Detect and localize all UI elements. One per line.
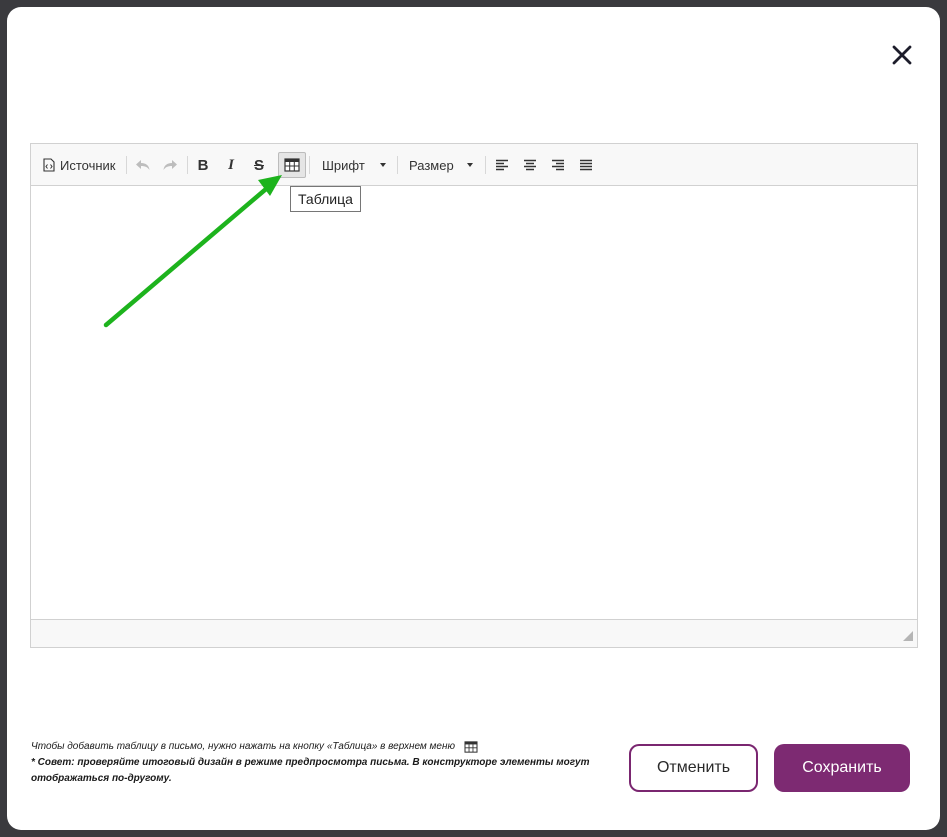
source-icon [43,158,55,172]
bold-icon: B [197,156,209,174]
align-right-icon [552,159,564,171]
hint-line-1: Чтобы добавить таблицу в письмо, нужно н… [31,741,455,752]
redo-icon [163,160,177,170]
align-center-icon [524,159,536,171]
footer-hint: Чтобы добавить таблицу в письмо, нужно н… [31,739,591,787]
table-icon [464,741,478,753]
caret-down-icon [380,163,386,167]
table-icon [284,158,300,172]
hint-line-2: * Совет: проверяйте итоговый дизайн в ре… [31,757,590,784]
resize-grip-icon[interactable] [903,631,913,641]
editor-content-area[interactable] [31,186,917,619]
align-left-button[interactable] [491,153,513,177]
table-button[interactable] [278,152,306,178]
align-center-button[interactable] [519,153,541,177]
close-icon [892,45,912,65]
toolbar-separator [187,156,188,174]
caret-down-icon [467,163,473,167]
rich-text-editor: Источник B I S Шрифт Размер Таблица [30,143,918,648]
bold-button[interactable]: B [192,153,214,177]
size-dropdown-label: Размер [409,157,454,173]
editor-statusbar [31,619,917,647]
align-right-button[interactable] [547,153,569,177]
size-dropdown[interactable]: Размер [401,153,479,177]
editor-toolbar: Источник B I S Шрифт Размер [31,144,917,186]
toolbar-separator [309,156,310,174]
save-button[interactable]: Сохранить [774,744,910,792]
source-button[interactable]: Источник [43,153,121,177]
undo-icon [136,160,150,170]
italic-icon: I [228,156,234,173]
source-label: Источник [60,157,116,173]
strikethrough-icon: S [253,156,264,174]
italic-button[interactable]: I [220,153,242,177]
table-tooltip: Таблица [290,186,361,212]
toolbar-separator [485,156,486,174]
undo-button[interactable] [132,153,154,177]
align-justify-button[interactable] [575,153,597,177]
toolbar-separator [126,156,127,174]
close-button[interactable] [889,42,915,68]
strikethrough-button[interactable]: S [248,153,270,177]
font-dropdown-label: Шрифт [322,157,365,173]
redo-button[interactable] [159,153,181,177]
align-left-icon [496,159,508,171]
font-dropdown[interactable]: Шрифт [314,153,392,177]
toolbar-separator [397,156,398,174]
cancel-button[interactable]: Отменить [629,744,758,792]
align-justify-icon [580,159,592,171]
